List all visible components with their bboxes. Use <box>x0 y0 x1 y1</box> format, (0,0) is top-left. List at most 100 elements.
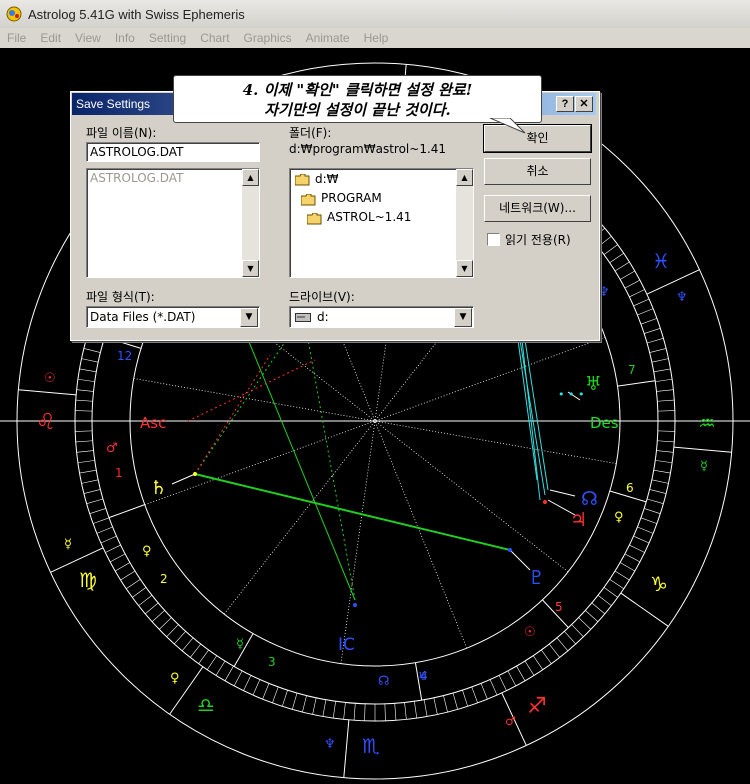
degree-tick <box>394 703 397 721</box>
callout-line-1: 4. 이제 "확인" 클릭하면 설정 완료! <box>242 81 473 99</box>
drive-label: 드라이브(V): <box>289 290 355 304</box>
degree-tick <box>646 338 664 344</box>
degree-tick <box>533 655 544 670</box>
degree-tick <box>656 450 674 453</box>
filetype-select[interactable]: Data Files (*.DAT) ▼ <box>86 306 260 328</box>
degree-tick <box>79 368 97 373</box>
open-folder-icon <box>301 194 316 206</box>
filetype-value: Data Files (*.DAT) <box>90 310 196 324</box>
aspect-line-2 <box>239 319 356 601</box>
drive-select[interactable]: d: ▼ <box>289 306 474 328</box>
virgo-icon: ♍ <box>79 568 97 592</box>
folder-tree[interactable]: d:₩ PROGRAM ASTROL~1.41 ▲ ▼ <box>289 168 474 278</box>
pluto-dot <box>508 548 512 552</box>
menu-edit[interactable]: Edit <box>33 31 68 45</box>
menu-animate[interactable]: Animate <box>299 31 357 45</box>
venus-icon: ♀ <box>142 544 152 559</box>
file-list-scroll-down-icon[interactable]: ▼ <box>242 260 259 277</box>
close-button[interactable]: ✕ <box>575 96 593 112</box>
folder-path: d:₩program₩astrol~1.41 <box>289 142 447 156</box>
menu-chart[interactable]: Chart <box>193 31 236 45</box>
degree-tick <box>384 703 386 721</box>
dialog-title: Save Settings <box>76 97 151 111</box>
filename-value: ASTROLOG.DAT <box>90 145 184 159</box>
sign-spoke <box>646 269 700 295</box>
open-folder-icon <box>307 213 322 225</box>
cancel-button[interactable]: 취소 <box>484 158 591 185</box>
sign-spoke <box>343 719 350 778</box>
menu-file[interactable]: File <box>0 31 33 45</box>
degree-tick <box>151 610 165 622</box>
degree-tick <box>126 579 141 590</box>
file-list-item[interactable]: ASTROLOG.DAT <box>90 171 183 185</box>
menu-setting[interactable]: Setting <box>142 31 193 45</box>
aquarius-icon: ♒ <box>698 411 716 435</box>
menu-graphics[interactable]: Graphics <box>237 31 299 45</box>
degree-tick <box>541 649 552 664</box>
degree-tick <box>655 460 673 464</box>
file-list-scroll-up-icon[interactable]: ▲ <box>242 169 259 186</box>
degree-tick <box>353 703 356 721</box>
folder-tree-item-root[interactable]: d:₩ <box>315 172 339 186</box>
folder-tree-item-program[interactable]: PROGRAM <box>321 191 382 205</box>
folder-scroll-down-icon[interactable]: ▼ <box>456 260 473 277</box>
ic-label: IC <box>338 635 355 655</box>
menu-info[interactable]: Info <box>108 31 142 45</box>
network-button[interactable]: 네트워크(W)... <box>484 195 591 222</box>
degree-tick <box>312 697 317 715</box>
filename-input[interactable]: ASTROLOG.DAT <box>86 142 260 162</box>
degree-tick <box>507 670 517 687</box>
aspect-line-red-2 <box>187 359 316 422</box>
degree-tick <box>100 535 117 544</box>
sun-icon: ☉ <box>44 371 56 386</box>
readonly-checkbox[interactable] <box>487 233 500 246</box>
file-list-scrollbar[interactable]: ▲ ▼ <box>242 169 259 277</box>
degree-tick <box>629 544 645 553</box>
window-title: Astrolog 5.41G with Swiss Ephemeris <box>28 6 245 22</box>
mercury-inner-icon: ☿ <box>236 637 244 652</box>
degree-tick <box>564 631 576 645</box>
degree-tick <box>181 637 194 652</box>
degree-tick <box>414 701 418 719</box>
filetype-dropdown-icon[interactable]: ▼ <box>240 308 258 327</box>
menu-view[interactable]: View <box>68 31 108 45</box>
uranus-icon: ♅ <box>585 373 602 395</box>
drive-icon <box>295 313 311 322</box>
astrolog-app-icon[interactable] <box>6 6 22 22</box>
folder-tree-scrollbar[interactable]: ▲ ▼ <box>456 169 473 277</box>
degree-tick <box>489 679 498 696</box>
node-outer-icon: ☊ <box>378 674 390 689</box>
degree-tick <box>262 683 270 700</box>
folder-tree-item-astrol[interactable]: ASTROL~1.41 <box>327 210 411 224</box>
pluto-icon: ♇ <box>528 567 545 589</box>
drive-dropdown-icon[interactable]: ▼ <box>454 308 472 327</box>
mercury-outer-icon: ☿ <box>64 537 72 552</box>
folder-scroll-up-icon[interactable]: ▲ <box>456 169 473 186</box>
degree-tick <box>603 587 618 598</box>
degree-tick <box>282 690 288 707</box>
house-number-12: 12 <box>117 349 132 363</box>
degree-tick <box>585 610 599 622</box>
degree-tick <box>433 697 438 715</box>
help-button[interactable]: ? <box>556 96 574 112</box>
degree-tick <box>640 517 658 524</box>
capricorn-icon: ♑ <box>650 572 668 596</box>
aspect-line-cyan-4 <box>517 339 538 481</box>
degree-tick <box>86 498 104 504</box>
pluto-lead <box>509 549 531 571</box>
file-list[interactable]: ASTROLOG.DAT ▲ ▼ <box>86 168 260 278</box>
degree-tick <box>651 358 669 363</box>
filetype-label: 파일 형식(T): <box>86 290 155 304</box>
degree-tick <box>657 410 675 412</box>
degree-tick <box>657 399 675 402</box>
house-number-2: 2 <box>160 572 168 586</box>
menu-help[interactable]: Help <box>357 31 396 45</box>
degree-tick <box>571 624 584 638</box>
degree-tick <box>115 562 131 572</box>
mercury-right-icon: ☿ <box>700 459 708 474</box>
house-number-5: 5 <box>555 600 563 614</box>
aspect-line-dotted-2 <box>194 319 301 475</box>
mars-outer-icon: ♂ <box>505 714 516 728</box>
venus-right-icon: ♀ <box>614 510 624 525</box>
open-folder-icon <box>295 174 310 186</box>
